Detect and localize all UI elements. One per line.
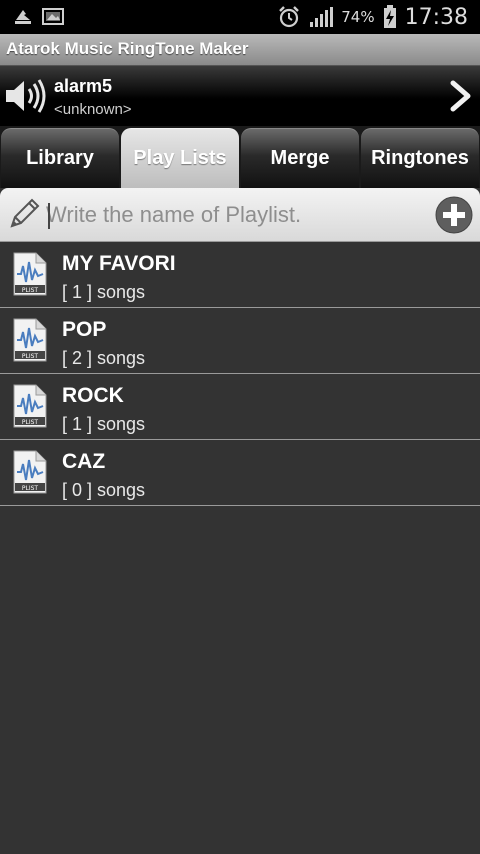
playlist-song-count: [ 0 ] songs xyxy=(62,480,146,500)
status-bar: 74% 17:38 xyxy=(0,0,480,34)
now-playing-artist: <unknown> xyxy=(54,101,132,118)
gallery-notification-icon xyxy=(42,8,64,25)
tab-bar: Library Play Lists Merge Ringtones xyxy=(0,126,480,188)
playlist-file-label: PLIST xyxy=(22,353,39,360)
playlist-item-caz[interactable]: PLIST CAZ [ 0 ] songs xyxy=(0,440,480,506)
playlist-name: CAZ xyxy=(62,450,106,473)
now-playing-bar[interactable]: alarm5 <unknown> xyxy=(0,66,480,126)
tab-play-lists[interactable]: Play Lists xyxy=(121,128,239,188)
app-title: Atarok Music RingTone Maker xyxy=(6,39,249,58)
status-left xyxy=(14,6,64,26)
playlist-file-label: PLIST xyxy=(22,485,39,492)
usb-icon xyxy=(15,10,31,24)
pencil-icon xyxy=(10,198,40,228)
playlist-name: POP xyxy=(62,318,107,341)
playlist-file-icon: PLIST xyxy=(13,384,47,428)
playlist-item-rock[interactable]: PLIST ROCK [ 1 ] songs xyxy=(0,374,480,440)
text-caret xyxy=(48,203,50,229)
status-right: 74% 17:38 xyxy=(277,0,468,34)
clock-time: 17:38 xyxy=(404,4,468,30)
alarm-clock-icon xyxy=(279,6,300,28)
now-playing-title: alarm5 xyxy=(54,76,113,96)
tab-ringtones[interactable]: Ringtones xyxy=(361,128,479,188)
tab-library[interactable]: Library xyxy=(1,128,119,188)
new-playlist-row xyxy=(0,188,480,242)
app-title-bar: Atarok Music RingTone Maker xyxy=(0,34,480,66)
playlist-name: ROCK xyxy=(62,384,124,407)
battery-percent: 74% xyxy=(341,8,375,26)
playlist-file-icon: PLIST xyxy=(13,318,47,362)
battery-charging-icon xyxy=(383,5,396,28)
playlist-file-label: PLIST xyxy=(22,419,39,426)
playlist-song-count: [ 1 ] songs xyxy=(62,414,146,434)
chevron-right-icon[interactable] xyxy=(448,80,474,112)
playlist-song-count: [ 1 ] songs xyxy=(62,282,146,302)
playlist-item-my-favori[interactable]: PLIST MY FAVORI [ 1 ] songs xyxy=(0,242,480,308)
playlist-file-label: PLIST xyxy=(22,287,39,294)
playlist-name-input[interactable] xyxy=(46,196,416,234)
speaker-icon[interactable] xyxy=(4,78,48,114)
playlist-file-icon: PLIST xyxy=(13,252,47,296)
playlist-item-pop[interactable]: PLIST POP [ 2 ] songs xyxy=(0,308,480,374)
playlist-list: PLIST MY FAVORI [ 1 ] songs PLIST POP [ … xyxy=(0,242,480,506)
playlist-song-count: [ 2 ] songs xyxy=(62,348,146,368)
add-playlist-button[interactable] xyxy=(434,195,474,235)
tab-merge[interactable]: Merge xyxy=(241,128,359,188)
playlist-file-icon: PLIST xyxy=(13,450,47,494)
signal-strength-icon xyxy=(310,7,334,27)
playlist-name: MY FAVORI xyxy=(62,252,176,275)
